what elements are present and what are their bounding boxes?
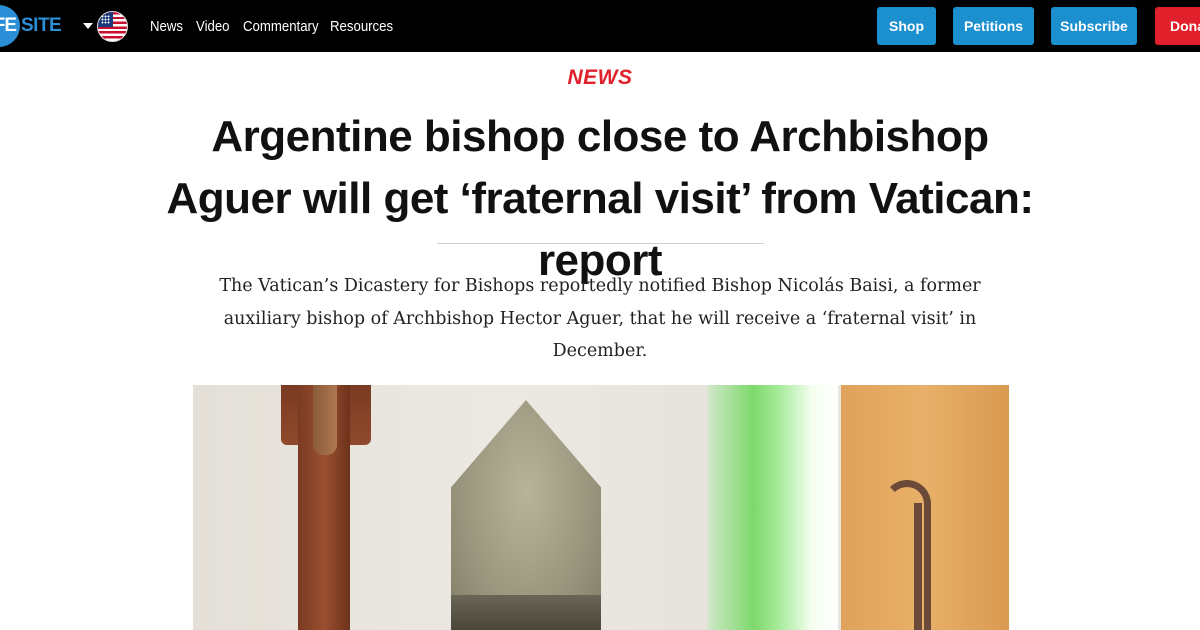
chevron-down-icon [83,23,93,29]
shop-button[interactable]: Shop [877,7,936,45]
image-crucifix-figure [313,385,337,455]
logo-text-left: IFE [0,15,17,36]
article-hero-image [193,385,1009,630]
headline-divider [437,243,764,244]
article-headline: Argentine bishop close to Archbishop Agu… [166,112,1034,285]
site-logo[interactable]: IFE SITE [0,5,62,47]
region-selector[interactable] [83,10,128,42]
nav-link-video[interactable]: Video [196,18,230,35]
main-nav: News Video Commentary Resources [150,0,400,52]
section-label[interactable]: NEWS [0,66,1200,90]
image-mitre-band [451,595,601,630]
nav-link-commentary[interactable]: Commentary [243,18,319,35]
donate-button[interactable]: Donat [1155,7,1200,45]
us-flag-icon [97,10,128,42]
flag-canton [98,11,113,27]
subscribe-button[interactable]: Subscribe [1051,7,1137,45]
top-navigation-bar: IFE SITE News Video Commentary Resources… [0,0,1200,52]
logo-mark: IFE [0,5,20,47]
article-summary: The Vatican’s Dicastery for Bishops repo… [219,276,981,361]
image-window-light [708,385,838,630]
logo-text-right: SITE [21,15,62,36]
image-crozier-crook [883,480,931,630]
nav-link-news[interactable]: News [150,18,183,35]
nav-link-resources[interactable]: Resources [330,18,393,35]
petitions-button[interactable]: Petitions [953,7,1034,45]
